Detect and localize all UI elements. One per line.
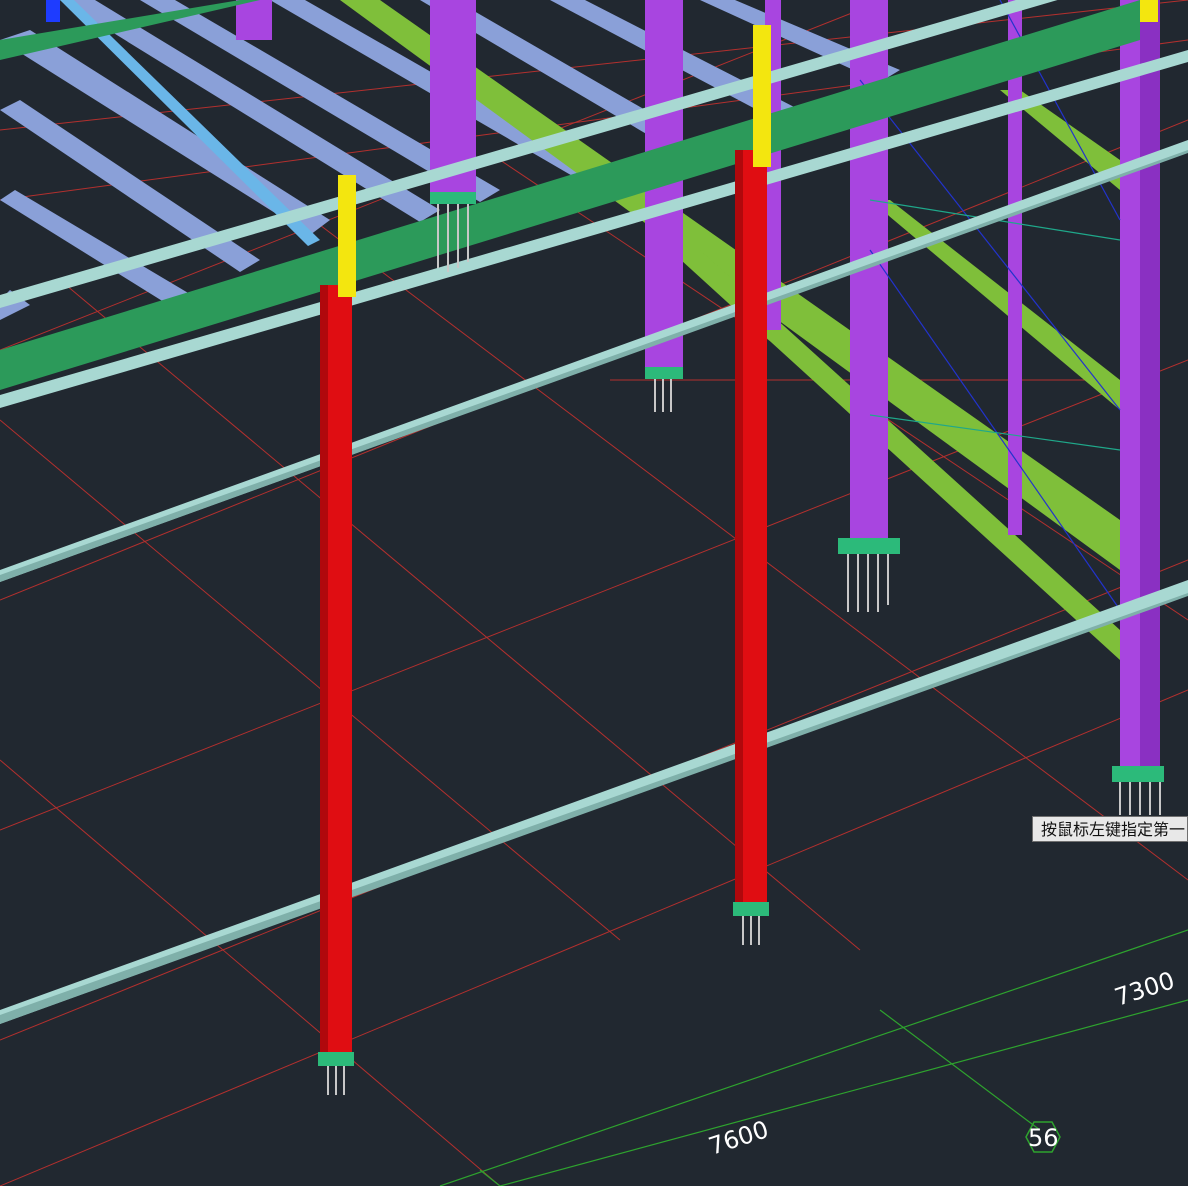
cad-3d-viewport[interactable]: 7600 7300 56 bbox=[0, 0, 1188, 1186]
axis-marker-label: 56 bbox=[1028, 1124, 1059, 1152]
selection-marker-icon bbox=[46, 0, 60, 22]
command-tooltip: 按鼠标左键指定第一 bbox=[1032, 816, 1188, 842]
axis-marker[interactable]: 56 bbox=[1025, 1121, 1061, 1153]
